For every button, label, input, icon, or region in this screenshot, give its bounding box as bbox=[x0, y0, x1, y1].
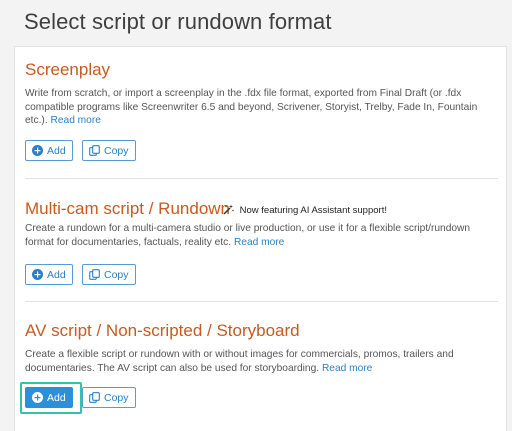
section-title: AV script / Non-scripted / Storyboard bbox=[25, 321, 300, 340]
read-more-link[interactable]: Read more bbox=[322, 363, 372, 374]
section-description: Write from scratch, or import a screenpl… bbox=[25, 87, 480, 128]
section-title: Multi-cam script / Rundown bbox=[25, 199, 231, 218]
copy-button[interactable]: Copy bbox=[82, 387, 136, 408]
badge-text: Now featuring AI Assistant support! bbox=[239, 205, 387, 216]
add-button-label: Add bbox=[47, 144, 66, 157]
section-title: Screenplay bbox=[25, 60, 111, 79]
plus-circle-icon bbox=[32, 269, 43, 280]
copy-icon bbox=[89, 392, 100, 403]
divider bbox=[25, 301, 498, 302]
copy-button[interactable]: Copy bbox=[82, 140, 136, 161]
copy-button[interactable]: Copy bbox=[82, 264, 136, 285]
format-panel: Screenplay Write from scratch, or import… bbox=[14, 46, 507, 431]
copy-icon bbox=[89, 269, 100, 280]
add-button[interactable]: Add bbox=[25, 140, 73, 161]
magic-wand-icon bbox=[223, 204, 234, 215]
copy-button-label: Copy bbox=[104, 144, 129, 157]
ai-assistant-badge: Now featuring AI Assistant support! bbox=[223, 204, 387, 216]
read-more-link[interactable]: Read more bbox=[51, 115, 101, 126]
read-more-link[interactable]: Read more bbox=[234, 237, 284, 248]
section-description: Create a rundown for a multi-camera stud… bbox=[25, 222, 480, 249]
copy-button-label: Copy bbox=[104, 391, 129, 404]
description-text: Create a flexible script or rundown with… bbox=[25, 349, 454, 374]
divider bbox=[25, 178, 498, 179]
add-button-label: Add bbox=[47, 268, 66, 281]
plus-circle-icon bbox=[32, 145, 43, 156]
add-button[interactable]: Add bbox=[25, 387, 73, 408]
section-description: Create a flexible script or rundown with… bbox=[25, 348, 480, 375]
add-button[interactable]: Add bbox=[25, 264, 73, 285]
copy-button-label: Copy bbox=[104, 268, 129, 281]
add-button-label: Add bbox=[47, 391, 66, 404]
page-title: Select script or rundown format bbox=[24, 9, 332, 34]
plus-circle-icon bbox=[32, 392, 43, 403]
copy-icon bbox=[89, 145, 100, 156]
